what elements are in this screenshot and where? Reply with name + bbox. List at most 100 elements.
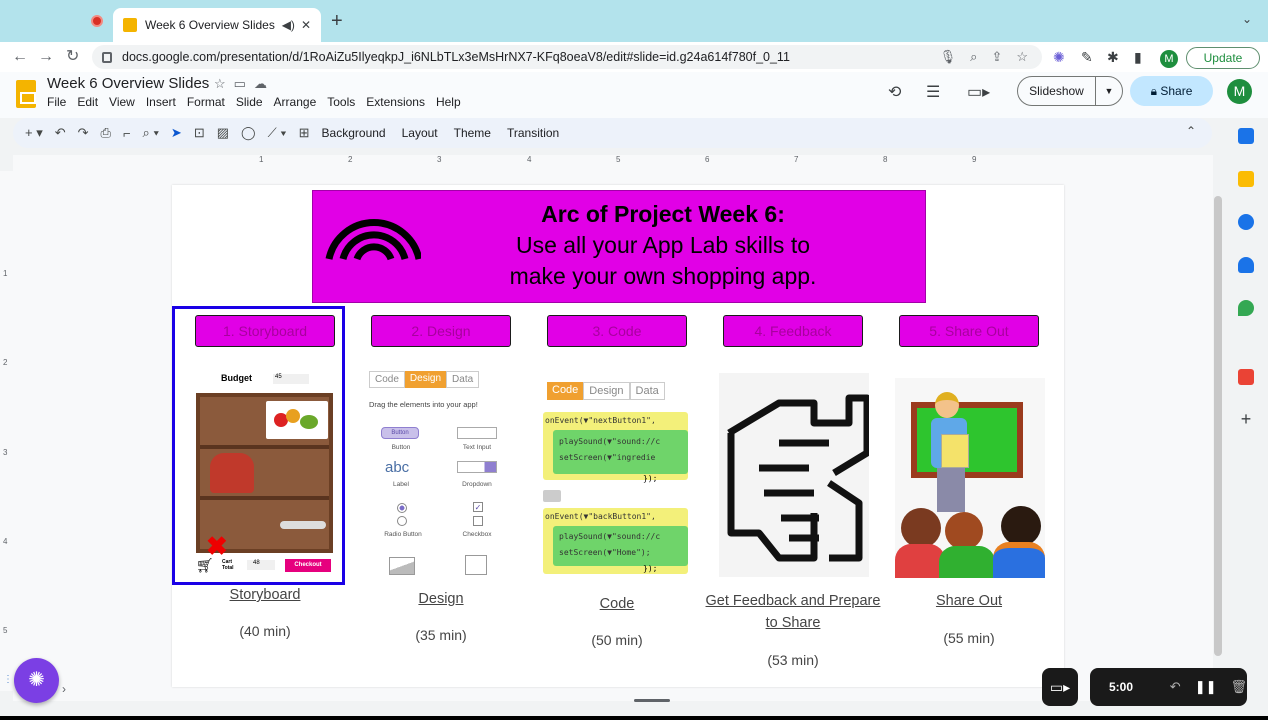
delete-icon[interactable]: 🗑︎ [1230,679,1247,695]
ruler-tick: 6 [705,155,710,164]
storyboard-image-selected[interactable]: Budget 45 ✖ 🛒︎ Cart Total 48 Checkout [172,306,345,585]
ruler-tick: 8 [883,155,888,164]
transition-button[interactable]: Transition [507,126,559,140]
layout-button[interactable]: Layout [402,126,438,140]
background-button[interactable]: Background [322,126,386,140]
collapse-toolbar-icon[interactable]: ⌃ [1186,124,1196,138]
bookmark-star-icon[interactable]: ☆ [1016,49,1028,65]
cloud-status-icon[interactable]: ☁ [254,76,275,91]
caption-storyboard[interactable]: Storyboard [177,584,353,606]
redo-icon[interactable]: ↷ [78,125,89,141]
comment-add-icon[interactable]: ⊞ [299,125,310,141]
app-header: Week 6 Overview Slides ☆▭☁ File Edit Vie… [0,72,1268,118]
side-panel-icon[interactable]: ▮ [1134,49,1142,66]
slideshow-dropdown-icon[interactable]: ▼ [1096,86,1122,96]
menu-arrange[interactable]: Arrange [274,95,317,109]
menu-extensions[interactable]: Extensions [366,95,425,109]
tab-search-chevron-icon[interactable]: ⌄ [1242,12,1252,26]
screen-element [465,555,487,575]
speaker-notes-handle[interactable] [634,699,670,702]
shape-icon[interactable]: ◯ [241,125,256,141]
profile-avatar[interactable]: M [1160,50,1178,68]
comments-icon[interactable]: ☰ [926,82,940,102]
calendar-icon[interactable] [1238,128,1254,144]
select-icon[interactable]: ➤ [171,125,182,141]
share-button[interactable]: 🔒︎ Share [1130,76,1213,106]
maps-icon[interactable] [1238,300,1254,316]
vertical-scrollbar[interactable] [1214,196,1222,656]
eyedropper-icon[interactable]: ✎ [1081,49,1093,66]
image-icon[interactable]: ▨ [217,125,229,141]
theme-button[interactable]: Theme [454,126,491,140]
new-slide-icon[interactable]: + ▾ [25,125,43,141]
slideshow-label[interactable]: Slideshow [1018,77,1096,105]
title-banner[interactable]: Arc of Project Week 6: Use all your App … [312,190,926,303]
star-icon[interactable]: ☆ [214,76,234,91]
share-page-icon[interactable]: ⇪ [991,49,1002,65]
restart-icon[interactable]: ↶ [1170,679,1181,695]
forward-icon[interactable]: → [38,42,54,72]
assistant-fab-icon[interactable]: ✺ [14,658,59,703]
site-info-icon[interactable] [102,51,112,63]
expand-arrow-icon[interactable]: › [62,682,66,696]
extensions-puzzle-icon[interactable]: ✱ [1107,49,1119,66]
code-image[interactable]: Code Design Data onEvent(▼"nextButton1",… [543,378,688,578]
caption-code[interactable]: Code [529,593,705,615]
menu-edit[interactable]: Edit [77,95,98,109]
new-tab-icon[interactable]: + [331,10,343,33]
caption-design[interactable]: Design [353,588,529,610]
shelf-image [196,393,333,553]
document-title[interactable]: Week 6 Overview Slides [47,75,209,92]
account-avatar[interactable]: M [1227,79,1252,104]
version-history-icon[interactable]: ⟲ [888,82,901,102]
presenter-image[interactable] [895,378,1045,578]
menu-format[interactable]: Format [187,95,225,109]
pause-icon[interactable]: ❚❚ [1195,679,1217,695]
caption-share-out[interactable]: Share Out [881,590,1057,612]
slide[interactable]: Arc of Project Week 6: Use all your App … [172,185,1064,687]
undo-icon[interactable]: ↶ [55,125,66,141]
zoom-icon[interactable]: ⌕ [970,49,977,65]
caption-feedback[interactable]: Get Feedback and Prepare to Share [705,590,881,634]
extension-icon[interactable]: ✺ [1053,49,1065,66]
line-icon[interactable]: ⟋ ▾ [268,125,287,141]
step-button-design[interactable]: 2. Design [371,315,511,347]
address-bar[interactable]: docs.google.com/presentation/d/1RoAiZu5I… [92,45,1042,69]
microphone-icon[interactable]: 🎙 [940,49,957,65]
contacts-icon[interactable] [1238,257,1254,273]
ruler-tick: 1 [3,269,8,278]
design-image[interactable]: Code Design Data Drag the elements into … [369,371,503,581]
text-box-icon[interactable]: ⊡ [194,125,205,141]
tasks-icon[interactable] [1238,214,1254,230]
step-button-feedback[interactable]: 4. Feedback [723,315,863,347]
zoom-icon[interactable]: ⌕ ▾ [143,125,159,141]
menu-view[interactable]: View [109,95,135,109]
menu-tools[interactable]: Tools [327,95,355,109]
reload-icon[interactable]: ↻ [66,42,79,72]
audio-icon[interactable]: ◀) [282,18,295,32]
paint-format-icon[interactable]: ⌐ [123,126,131,141]
close-tab-icon[interactable]: ✕ [301,18,311,32]
lock-icon: 🔒︎ [1150,84,1161,98]
menu-slide[interactable]: Slide [236,95,263,109]
student-2-head [945,512,983,550]
office-addon-icon[interactable] [1238,369,1254,385]
back-icon[interactable]: ← [12,42,28,72]
step-button-share-out[interactable]: 5. Share Out [899,315,1039,347]
move-folder-icon[interactable]: ▭ [234,76,254,91]
update-button[interactable]: Update [1186,47,1260,69]
menu-insert[interactable]: Insert [146,95,176,109]
camera-icon: ▭▸ [1049,679,1071,695]
menu-help[interactable]: Help [436,95,461,109]
add-addon-icon[interactable]: + [1238,410,1254,428]
meet-icon[interactable]: ▭▸ [967,82,990,102]
browser-tab[interactable]: Week 6 Overview Slides - G ◀) ✕ [113,8,321,42]
step-button-code[interactable]: 3. Code [547,315,687,347]
print-icon[interactable]: ⎙ [101,125,111,141]
camera-button[interactable]: ▭▸ [1042,668,1078,706]
slideshow-button[interactable]: Slideshow ▼ [1017,76,1123,106]
keep-icon[interactable] [1238,171,1254,187]
slides-logo-icon[interactable] [16,80,36,108]
menu-file[interactable]: File [47,95,66,109]
handshake-image[interactable] [719,373,871,577]
